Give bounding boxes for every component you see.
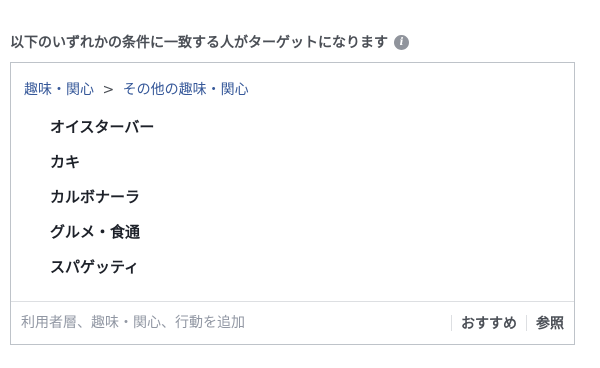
- detailed-targeting-box: 趣味・関心 > その他の趣味・関心 オイスターバー カキ カルボナーラ グルメ・…: [10, 62, 575, 345]
- breadcrumb-subcategory[interactable]: その他の趣味・関心: [123, 82, 249, 98]
- interest-item-oyster[interactable]: カキ: [50, 150, 154, 185]
- targeting-footer: おすすめ 参照: [11, 301, 574, 344]
- breadcrumb: 趣味・関心 > その他の趣味・関心: [24, 79, 249, 99]
- browse-button[interactable]: 参照: [536, 313, 564, 333]
- footer-actions: おすすめ 参照: [442, 312, 564, 334]
- divider: [526, 315, 527, 331]
- info-icon[interactable]: i: [394, 34, 409, 50]
- suggestions-button[interactable]: おすすめ: [461, 313, 517, 333]
- targeting-header: 以下のいずれかの条件に一致する人がターゲットになります i: [10, 31, 409, 53]
- interest-item-oyster-bar[interactable]: オイスターバー: [50, 115, 154, 150]
- divider: [451, 315, 452, 331]
- breadcrumb-category[interactable]: 趣味・関心: [24, 82, 94, 98]
- header-title: 以下のいずれかの条件に一致する人がターゲットになります: [10, 35, 388, 51]
- interest-item-carbonara[interactable]: カルボナーラ: [50, 185, 154, 220]
- breadcrumb-separator: >: [102, 82, 115, 98]
- interest-list: オイスターバー カキ カルボナーラ グルメ・食通 スパゲッティ: [50, 115, 154, 290]
- interest-item-gourmet[interactable]: グルメ・食通: [50, 220, 154, 255]
- interest-item-spaghetti[interactable]: スパゲッティ: [50, 255, 154, 290]
- add-targeting-input[interactable]: [21, 311, 421, 335]
